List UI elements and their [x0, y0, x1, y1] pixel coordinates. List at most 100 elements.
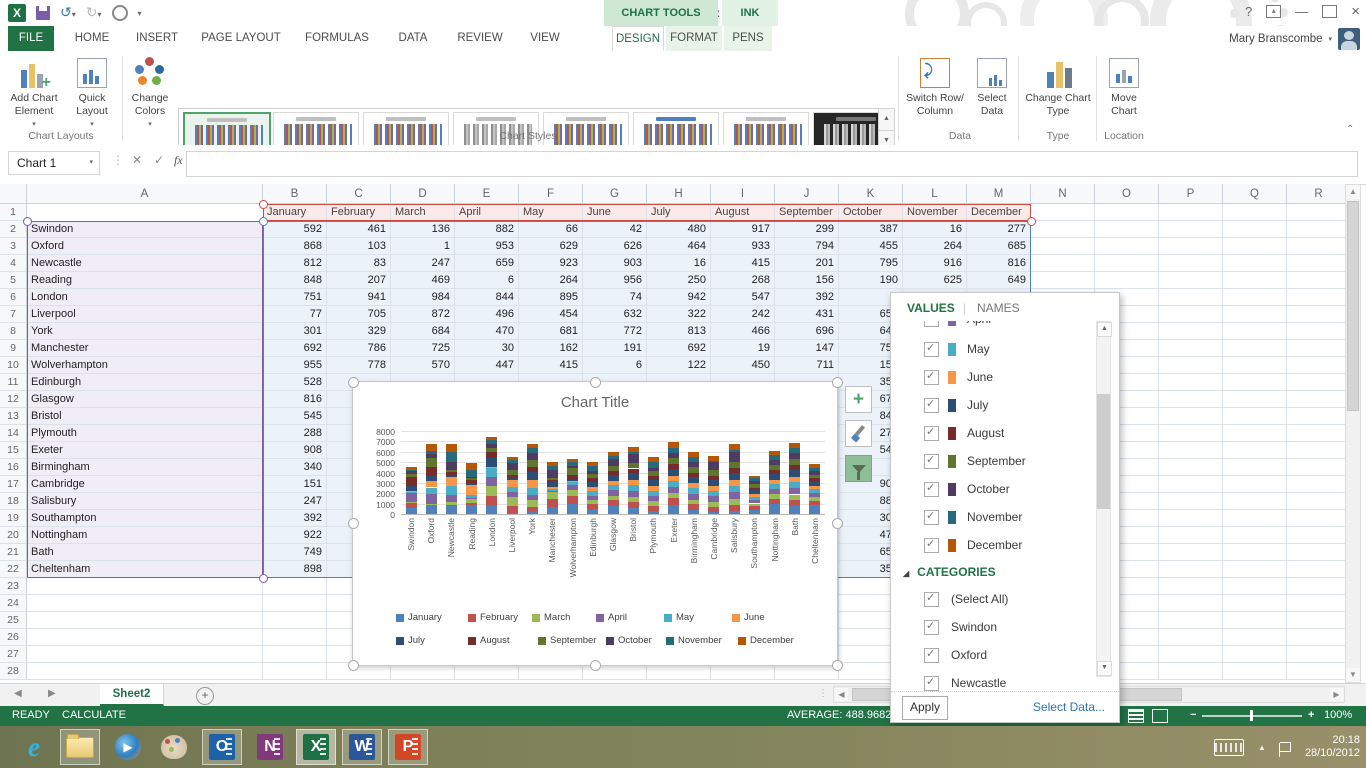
- status-calculate[interactable]: CALCULATE: [62, 709, 126, 721]
- cell-city-cheltenham[interactable]: Cheltenham: [27, 561, 263, 578]
- cell-empty[interactable]: [1287, 612, 1345, 629]
- bar-segment-february-glasgow[interactable]: [608, 500, 619, 505]
- cell-empty[interactable]: [1223, 340, 1287, 357]
- cell-empty[interactable]: [1223, 578, 1287, 595]
- bar-segment-january-bath[interactable]: [789, 506, 800, 514]
- chart-selection-handle[interactable]: [348, 518, 359, 529]
- bar-segment-february-liverpool[interactable]: [507, 506, 518, 513]
- cancel-entry-icon[interactable]: ✕: [132, 153, 142, 167]
- x-axis-label-nottingham[interactable]: Nottingham: [770, 518, 780, 561]
- bar-segment-march-newcastle[interactable]: [446, 502, 457, 505]
- help-icon[interactable]: ?: [1245, 4, 1252, 19]
- row-header-8[interactable]: 8: [0, 323, 27, 340]
- bar-segment-november-southampton[interactable]: [749, 478, 760, 481]
- cell-value[interactable]: 705: [327, 306, 391, 323]
- filter-item-april[interactable]: April: [891, 321, 1091, 333]
- name-box-dropdown-icon[interactable]: ▾: [89, 152, 93, 174]
- cell-empty[interactable]: [1287, 459, 1345, 476]
- bar-segment-february-southampton[interactable]: [749, 506, 760, 510]
- cell-month-january[interactable]: January: [263, 204, 327, 221]
- bar-segment-february-reading[interactable]: [466, 503, 477, 505]
- move-chart-button[interactable]: Move Chart: [1100, 56, 1148, 118]
- cell-value[interactable]: 277: [967, 221, 1031, 238]
- range-handle[interactable]: [259, 200, 268, 209]
- x-axis-label-reading[interactable]: Reading: [467, 518, 477, 550]
- bar-segment-may-exeter[interactable]: [668, 481, 679, 487]
- bar-segment-october-wolverhampton[interactable]: [567, 466, 578, 468]
- column-header-G[interactable]: G: [583, 184, 647, 204]
- cell-value[interactable]: 625: [903, 272, 967, 289]
- cell-empty[interactable]: [27, 663, 263, 680]
- bar-segment-july-liverpool[interactable]: [507, 477, 518, 480]
- row-header-6[interactable]: 6: [0, 289, 27, 306]
- cell-value[interactable]: 415: [519, 357, 583, 374]
- tab-home[interactable]: HOME: [64, 26, 120, 51]
- bar-segment-july-southampton[interactable]: [749, 490, 760, 494]
- legend-item-august[interactable]: August: [468, 635, 510, 646]
- range-handle[interactable]: [259, 574, 268, 583]
- bar-segment-september-newcastle[interactable]: [446, 470, 457, 472]
- cell-empty[interactable]: [1287, 340, 1345, 357]
- row-header-3[interactable]: 3: [0, 238, 27, 255]
- apply-button[interactable]: Apply: [902, 696, 948, 720]
- bar-segment-july-edinburgh[interactable]: [587, 482, 598, 487]
- cell-month-september[interactable]: September: [775, 204, 839, 221]
- legend-item-june[interactable]: June: [732, 612, 765, 623]
- scroll-up-icon[interactable]: ▲: [1346, 185, 1360, 199]
- bar-segment-may-cambridge[interactable]: [708, 491, 719, 496]
- cell-value[interactable]: 77: [263, 306, 327, 323]
- cell-month-february[interactable]: February: [327, 204, 391, 221]
- cell-value[interactable]: 415: [711, 255, 775, 272]
- bar-segment-june-birmingham[interactable]: [688, 483, 699, 488]
- bar-segment-april-plymouth[interactable]: [648, 496, 659, 501]
- cell-city-salisbury[interactable]: Salisbury: [27, 493, 263, 510]
- bar-segment-may-glasgow[interactable]: [608, 485, 619, 490]
- column-header-C[interactable]: C: [327, 184, 391, 204]
- cell-value[interactable]: 322: [647, 306, 711, 323]
- touch-keyboard-icon[interactable]: [1214, 739, 1244, 756]
- legend-item-march[interactable]: March: [532, 612, 570, 623]
- bar-segment-december-nottingham[interactable]: [769, 451, 780, 455]
- bar-segment-march-cheltenham[interactable]: [809, 497, 820, 500]
- cell-value[interactable]: 816: [263, 391, 327, 408]
- cell-month-october[interactable]: October: [839, 204, 903, 221]
- cell-value[interactable]: 469: [391, 272, 455, 289]
- tab-format[interactable]: FORMAT: [666, 26, 722, 51]
- legend-item-january[interactable]: January: [396, 612, 442, 623]
- bar-segment-december-plymouth[interactable]: [648, 457, 659, 462]
- legend-item-december[interactable]: December: [738, 635, 794, 646]
- bar-segment-june-edinburgh[interactable]: [587, 487, 598, 491]
- cell-empty[interactable]: [27, 612, 263, 629]
- y-tick-label[interactable]: 5000: [355, 458, 395, 468]
- legend-item-may[interactable]: May: [664, 612, 694, 623]
- cell-value[interactable]: 480: [647, 221, 711, 238]
- bar-segment-july-cambridge[interactable]: [708, 480, 719, 486]
- tab-file[interactable]: FILE: [8, 26, 54, 51]
- checkbox[interactable]: [924, 426, 939, 441]
- bar-segment-june-salisbury[interactable]: [729, 480, 740, 486]
- cell-value[interactable]: 898: [263, 561, 327, 578]
- checkbox[interactable]: [924, 676, 939, 691]
- bar-segment-march-nottingham[interactable]: [769, 494, 780, 498]
- bar-segment-june-southampton[interactable]: [749, 494, 760, 497]
- cell-empty[interactable]: [1223, 289, 1287, 306]
- collapse-triangle-icon[interactable]: ◢: [903, 569, 909, 578]
- cell-empty[interactable]: [1287, 561, 1345, 578]
- checkbox[interactable]: [924, 592, 939, 607]
- cell-value[interactable]: 6: [583, 357, 647, 374]
- tab-pens[interactable]: PENS: [724, 26, 772, 51]
- bar-segment-november-newcastle[interactable]: [446, 452, 457, 462]
- filter-item-september[interactable]: September: [891, 447, 1091, 475]
- y-tick-label[interactable]: 4000: [355, 469, 395, 479]
- bar-segment-july-oxford[interactable]: [426, 476, 437, 481]
- bar-segment-july-wolverhampton[interactable]: [567, 480, 578, 481]
- cell-value[interactable]: 547: [711, 289, 775, 306]
- vertical-scrollbar[interactable]: ▲ ▼: [1345, 184, 1361, 683]
- touch-mode-icon[interactable]: [112, 5, 128, 21]
- normal-view-icon[interactable]: [1128, 709, 1144, 723]
- sheet-tab-sheet2[interactable]: Sheet2: [100, 684, 164, 706]
- scroll-left-icon[interactable]: ◀: [835, 688, 848, 701]
- x-axis-label-plymouth[interactable]: Plymouth: [648, 518, 658, 553]
- bar-segment-february-exeter[interactable]: [668, 498, 679, 504]
- checkbox[interactable]: [924, 454, 939, 469]
